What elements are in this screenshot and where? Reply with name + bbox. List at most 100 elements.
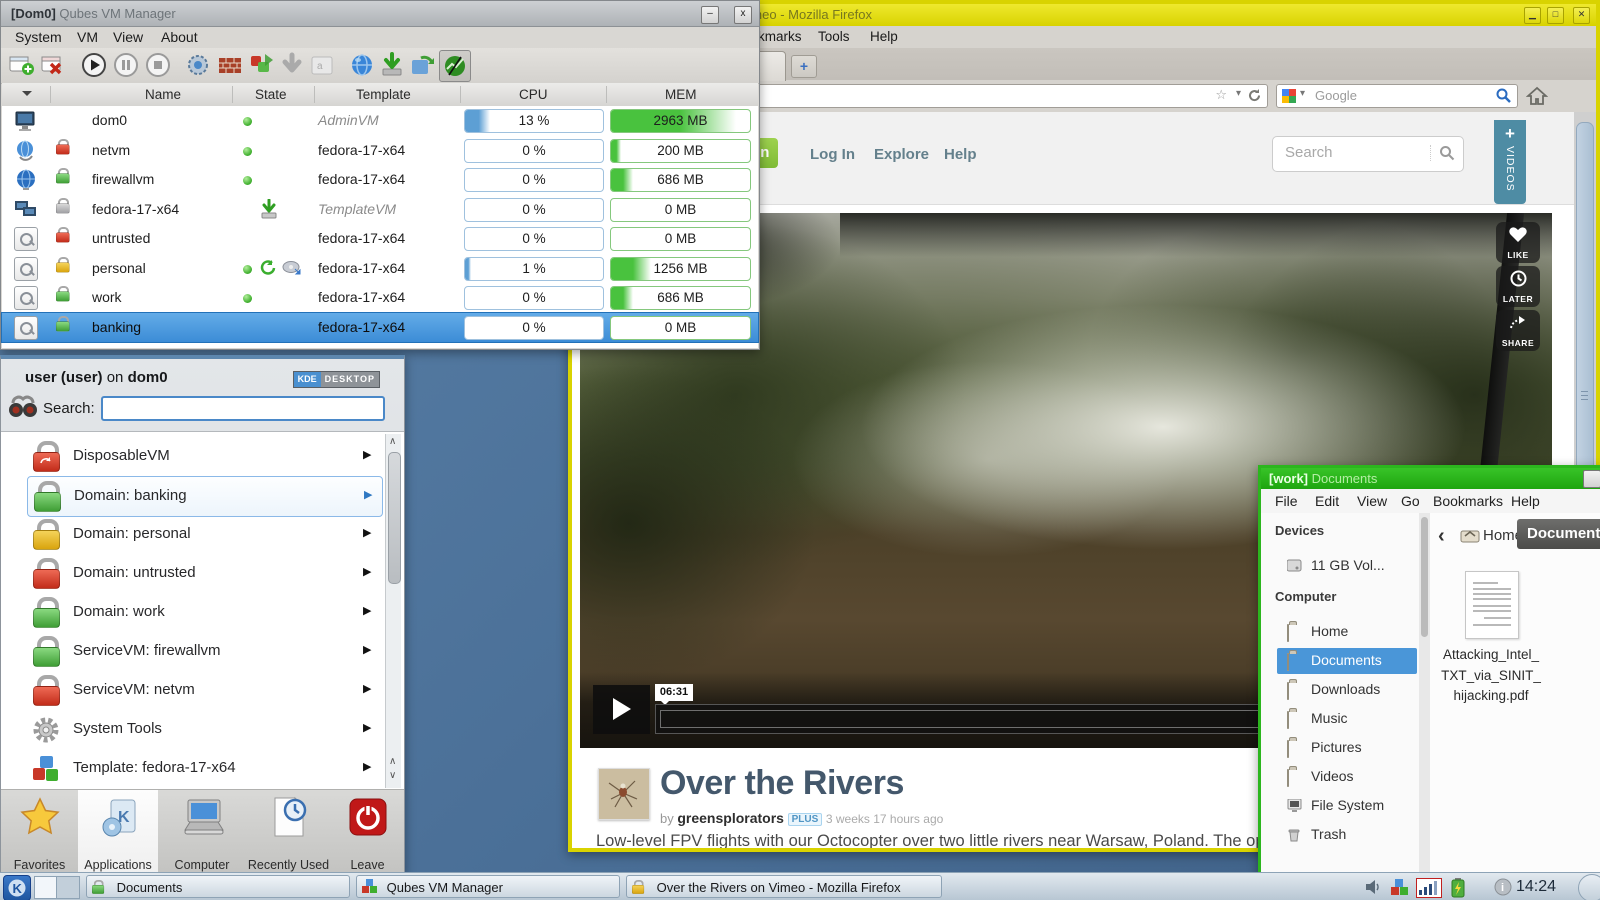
pause-vm-icon[interactable] — [113, 52, 139, 78]
menu-item-domain-personal[interactable]: Domain: personal ▶ — [1, 515, 381, 554]
sort-chevron-icon[interactable] — [22, 87, 32, 104]
desktop-pager[interactable] — [34, 876, 80, 899]
new-vm-icon[interactable] — [9, 52, 35, 78]
watch-later-button[interactable]: LATER — [1496, 266, 1540, 307]
close-button[interactable]: x — [734, 6, 752, 24]
pdf-file-name[interactable]: Attacking_Intel_ TXT_via_SINIT_ hijackin… — [1415, 645, 1567, 707]
menu-system[interactable]: System — [15, 29, 62, 45]
menu-help[interactable]: Help — [870, 29, 898, 44]
task-firefox[interactable]: Over the Rivers on Vimeo - Mozilla Firef… — [626, 875, 942, 898]
folder-view[interactable]: ‹ Home Documents Attacking_Intel_ TXT_vi… — [1430, 513, 1600, 874]
vm-manager-titlebar[interactable]: [Dom0] Qubes VM Manager – x — [1, 1, 759, 27]
menu-scrollbar[interactable]: ∧ ∧ ∨ — [385, 434, 401, 788]
tab-applications[interactable]: Applications — [78, 858, 158, 872]
menu-edit[interactable]: Edit — [1315, 493, 1339, 509]
vimeo-magnifier-icon[interactable] — [1430, 145, 1455, 161]
table-row-dom0[interactable]: dom0 AdminVM 13 % 2963 MB — [2, 106, 758, 136]
vimeo-search-input[interactable]: Search — [1272, 136, 1464, 172]
globe-icon[interactable] — [349, 52, 375, 78]
tab-leave[interactable]: Leave — [331, 858, 404, 872]
home-breadcrumb-icon[interactable] — [1460, 527, 1480, 543]
login-link[interactable]: Log In — [810, 146, 855, 163]
menu-item-template-fedora[interactable]: Template: fedora-17-x64 ▶ — [1, 749, 381, 788]
menu-view[interactable]: View — [1357, 493, 1387, 509]
shutdown-vm-icon[interactable] — [145, 52, 171, 78]
qubes-tray-icon[interactable] — [1390, 878, 1408, 896]
table-row-untrusted[interactable]: untrusted fedora-17-x64 0 % 0 MB — [2, 224, 758, 254]
search-input[interactable] — [101, 396, 385, 421]
menu-item-domain-untrusted[interactable]: Domain: untrusted ▶ — [1, 554, 381, 593]
applications-icon[interactable]: K — [99, 796, 141, 838]
table-row-work[interactable]: work fedora-17-x64 0 % 686 MB — [2, 283, 758, 313]
bookmark-star-icon[interactable]: ☆ — [1215, 87, 1227, 103]
place-downloads[interactable]: Downloads — [1277, 677, 1417, 703]
task-qubes-vm-manager[interactable]: Qubes VM Manager — [356, 875, 620, 898]
pager-desktop-1[interactable] — [35, 877, 57, 898]
tab-computer[interactable]: Computer — [158, 858, 246, 872]
battery-icon[interactable] — [1450, 878, 1468, 896]
info-icon[interactable]: i — [1494, 878, 1512, 896]
start-vm-icon[interactable] — [81, 52, 107, 78]
menu-item-disposablevm[interactable]: DisposableVM ▶ — [1, 437, 381, 476]
column-cpu[interactable]: CPU — [519, 87, 548, 102]
share-button[interactable]: SHARE — [1496, 310, 1540, 351]
menu-item-system-tools[interactable]: System Tools ▶ — [1, 710, 381, 749]
plus-videos-tab[interactable]: + VIDEOS — [1494, 120, 1526, 204]
place-volume[interactable]: 11 GB Vol... — [1277, 553, 1417, 579]
help-link[interactable]: Help — [944, 146, 977, 163]
menu-item-domain-banking[interactable]: Domain: banking ▶ — [27, 476, 383, 517]
recently-used-icon[interactable] — [267, 796, 309, 838]
new-tab-button[interactable]: + — [791, 55, 817, 78]
reload-icon[interactable] — [1247, 88, 1262, 103]
scroll-up-icon[interactable]: ∧ — [389, 756, 396, 767]
column-name[interactable]: Name — [145, 87, 181, 102]
task-documents[interactable]: Documents — [86, 875, 350, 898]
breadcrumb-current[interactable]: Documents — [1517, 519, 1600, 549]
url-dropdown-icon[interactable]: ▾ — [1236, 88, 1241, 99]
window-button[interactable] — [1583, 470, 1600, 488]
explore-link[interactable]: Explore — [874, 146, 929, 163]
back-chevron-icon[interactable]: ‹ — [1438, 525, 1445, 548]
kde-menu-button[interactable]: K — [3, 875, 31, 900]
table-row-personal[interactable]: personal fedora-17-x64 1 % 1256 MB — [2, 254, 758, 284]
home-icon[interactable] — [1526, 86, 1548, 106]
google-icon[interactable] — [1282, 89, 1296, 103]
author-link[interactable]: greensplorators — [677, 810, 784, 826]
place-pictures[interactable]: Pictures — [1277, 735, 1417, 761]
table-row-netvm[interactable]: netvm fedora-17-x64 0 % 200 MB — [2, 136, 758, 166]
tab-recently-used[interactable]: Recently Used — [246, 858, 331, 872]
scrollbar-thumb[interactable] — [388, 452, 401, 584]
place-trash[interactable]: Trash — [1277, 822, 1417, 848]
menu-help[interactable]: Help — [1511, 493, 1540, 509]
table-row-banking-selected[interactable]: banking fedora-17-x64 0 % 0 MB — [2, 313, 758, 343]
scroll-up-icon[interactable]: ∧ — [389, 436, 396, 447]
refresh-icon[interactable] — [409, 52, 435, 78]
place-home[interactable]: Home — [1277, 619, 1417, 645]
firewall-icon[interactable] — [217, 52, 243, 78]
vm-settings-icon[interactable] — [185, 52, 211, 78]
author-avatar[interactable] — [598, 768, 650, 820]
search-bar[interactable]: ▾ Google — [1276, 84, 1518, 108]
menu-item-domain-work[interactable]: Domain: work ▶ — [1, 593, 381, 632]
menu-item-servicevm-firewallvm[interactable]: ServiceVM: firewallvm ▶ — [1, 632, 381, 671]
column-state[interactable]: State — [255, 87, 287, 102]
place-music[interactable]: Music — [1277, 706, 1417, 732]
volume-icon[interactable] — [1364, 878, 1382, 896]
like-button[interactable]: LIKE — [1496, 222, 1540, 263]
table-row-fedora-17-x64[interactable]: fedora-17-x64 TemplateVM 0 % 0 MB — [2, 195, 758, 225]
place-videos[interactable]: Videos — [1277, 764, 1417, 790]
search-magnifier-icon[interactable] — [1496, 88, 1511, 103]
menu-item-servicevm-netvm[interactable]: ServiceVM: netvm ▶ — [1, 671, 381, 710]
panel-cashew-icon[interactable] — [1578, 874, 1600, 900]
menu-about[interactable]: About — [161, 29, 198, 45]
search-engine-dropdown-icon[interactable]: ▾ — [1300, 88, 1305, 99]
menu-file[interactable]: File — [1275, 493, 1298, 509]
minimize-button[interactable]: – — [701, 6, 719, 24]
column-mem[interactable]: MEM — [665, 87, 697, 102]
network-monitor-active-icon[interactable] — [439, 50, 471, 82]
dolphin-titlebar[interactable]: [work] Documents — [1261, 468, 1600, 489]
tab-favorites[interactable]: Favorites — [1, 858, 78, 872]
favorites-star-icon[interactable] — [19, 796, 61, 838]
network-signal-icon[interactable] — [1416, 878, 1442, 898]
maximize-button[interactable]: □ — [1547, 7, 1564, 24]
